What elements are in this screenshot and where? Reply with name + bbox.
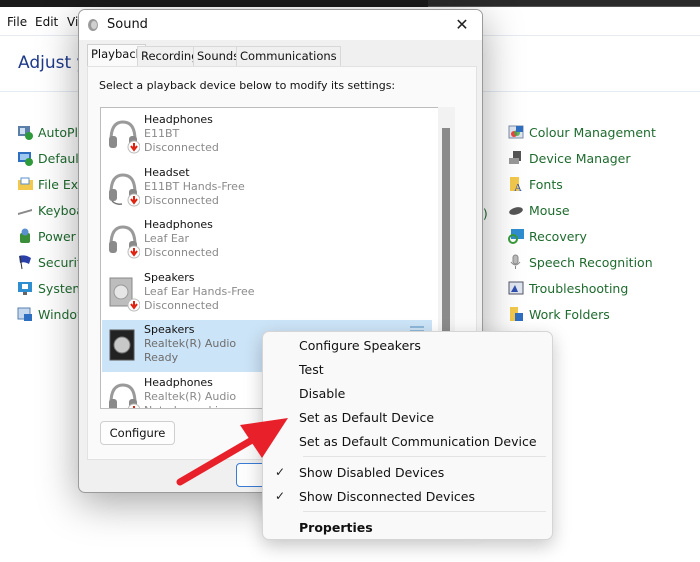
- cp-item-mouse[interactable]: Mouse: [508, 200, 570, 220]
- colour-management-icon: [508, 124, 524, 140]
- dialog-title-bar[interactable]: Sound ✕: [79, 10, 482, 40]
- close-button[interactable]: ✕: [450, 14, 474, 36]
- menu-item-show-disconnected-devices[interactable]: Show Disconnected Devices: [299, 489, 475, 504]
- device-row[interactable]: Speakers Leaf Ear Hands-Free Disconnected: [102, 268, 432, 320]
- menu-separator: [303, 511, 546, 512]
- device-status: Disconnected: [144, 141, 219, 154]
- cp-item-work-folders[interactable]: Work Folders: [508, 304, 610, 324]
- device-name: Headphones: [144, 375, 213, 389]
- device-manager-icon: [508, 150, 524, 166]
- cp-item-colour-management[interactable]: Colour Management: [508, 122, 656, 142]
- headphones-icon: [106, 381, 141, 408]
- security-flag-icon: [17, 254, 33, 270]
- device-detail: Realtek(R) Audio: [144, 337, 237, 350]
- svg-text:A: A: [514, 182, 522, 192]
- device-status: Not plugged in: [144, 404, 225, 409]
- troubleshooting-icon: [508, 280, 524, 296]
- device-detail: Leaf Ear Hands-Free: [144, 284, 255, 298]
- speaker-icon: [106, 276, 141, 312]
- device-status: Ready: [144, 351, 179, 364]
- menu-item-show-disabled-devices[interactable]: Show Disabled Devices: [299, 465, 444, 480]
- keyboard-icon: [17, 202, 33, 218]
- dialog-title: Sound: [107, 17, 148, 32]
- checkmark-icon: ✓: [275, 489, 286, 503]
- device-detail: E11BT: [144, 127, 180, 140]
- system-icon: [17, 280, 33, 296]
- autoplay-icon: [17, 124, 33, 140]
- cp-item-speech-recognition[interactable]: Speech Recognition: [508, 252, 653, 272]
- speaker-icon: [106, 328, 140, 364]
- cp-item-file-explorer[interactable]: File Exp: [17, 174, 78, 194]
- fonts-icon: A: [508, 176, 524, 194]
- cp-item-autoplay[interactable]: AutoPla: [17, 122, 78, 142]
- configure-button[interactable]: Configure: [100, 421, 175, 445]
- cp-item-keyboard[interactable]: Keyboa: [17, 200, 78, 220]
- menu-view[interactable]: Vi: [67, 15, 78, 29]
- device-detail: Realtek(R) Audio: [144, 389, 237, 403]
- background-window-edge: [428, 0, 700, 7]
- work-folders-icon: [508, 306, 524, 322]
- recovery-icon: [508, 228, 524, 244]
- device-status: Disconnected: [144, 193, 219, 207]
- instruction-text: Select a playback device below to modify…: [99, 79, 396, 92]
- left-items-column: AutoPla Default File Exp Keyboa Power C …: [0, 110, 78, 340]
- menu-edit[interactable]: Edit: [35, 15, 58, 29]
- device-name: Headset: [144, 165, 190, 179]
- menu-item-test[interactable]: Test: [299, 362, 324, 377]
- device-row[interactable]: Headphones E11BT Disconnected: [102, 110, 432, 162]
- windows-tools-icon: [17, 306, 33, 322]
- screen: { "control_panel": { "menu": ["File", "E…: [0, 0, 700, 562]
- menu-item-set-as-default-device[interactable]: Set as Default Device: [299, 410, 434, 425]
- cp-item-windows-tools[interactable]: Window: [17, 304, 78, 324]
- device-row[interactable]: Headset E11BT Hands-Free Disconnected: [102, 163, 432, 215]
- device-detail: E11BT Hands-Free: [144, 179, 245, 193]
- headphones-icon: [106, 171, 141, 207]
- tab-communications[interactable]: Communications: [236, 46, 341, 66]
- cp-item-fonts[interactable]: A Fonts: [508, 174, 563, 194]
- device-name: Headphones: [144, 218, 213, 231]
- headphones-icon: [106, 223, 141, 259]
- device-row[interactable]: Headphones Leaf Ear Disconnected: [102, 215, 432, 267]
- close-icon: ✕: [455, 15, 469, 34]
- headphones-icon: [106, 118, 141, 154]
- menu-item-properties[interactable]: Properties: [299, 520, 373, 535]
- device-detail: Leaf Ear: [144, 232, 190, 245]
- menu-item-set-as-default-communication-device[interactable]: Set as Default Communication Device: [299, 434, 537, 449]
- page-heading: Adjust y: [18, 53, 87, 73]
- cp-item-security[interactable]: Security: [17, 252, 78, 272]
- cp-item-recovery[interactable]: Recovery: [508, 226, 587, 246]
- menu-file[interactable]: File: [7, 15, 27, 29]
- menu-item-disable[interactable]: Disable: [299, 386, 345, 401]
- power-options-icon: [17, 228, 33, 244]
- cp-item-troubleshooting[interactable]: Troubleshooting: [508, 278, 628, 298]
- menu-item-configure-speakers[interactable]: Configure Speakers: [299, 338, 421, 353]
- cp-item-power-options[interactable]: Power C: [17, 226, 78, 246]
- context-menu: Configure Speakers Test Disable Set as Defa…: [262, 331, 553, 540]
- device-status: Disconnected: [144, 246, 219, 259]
- default-programs-icon: [17, 150, 33, 166]
- microphone-icon: [508, 254, 524, 270]
- cp-item-device-manager[interactable]: Device Manager: [508, 148, 631, 168]
- mouse-icon: [508, 202, 524, 218]
- speaker-app-icon: [87, 17, 101, 31]
- device-name: Headphones: [144, 113, 213, 126]
- cp-item-default-programs[interactable]: Default: [17, 148, 78, 168]
- device-name: Speakers: [144, 270, 195, 284]
- checkmark-icon: ✓: [275, 465, 286, 479]
- device-name: Speakers: [144, 323, 195, 336]
- device-status: Disconnected: [144, 298, 219, 312]
- menu-separator: [303, 456, 546, 457]
- file-explorer-icon: [17, 176, 33, 192]
- cp-item-system[interactable]: System: [17, 278, 78, 298]
